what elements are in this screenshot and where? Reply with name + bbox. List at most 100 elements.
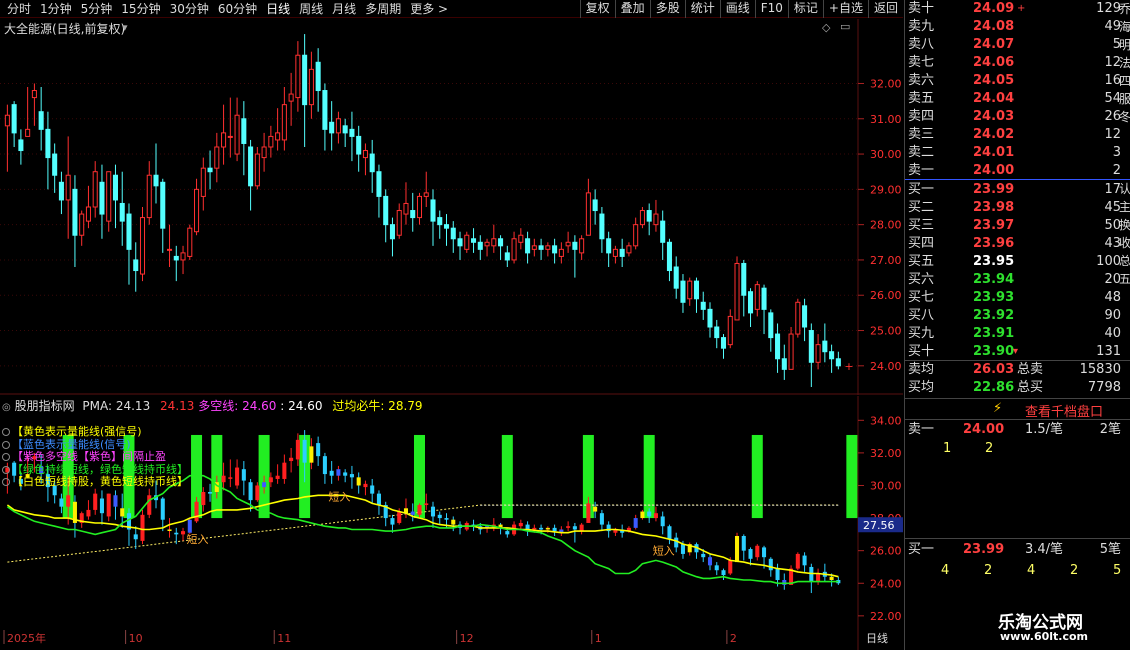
- candle-body[interactable]: [335, 118, 341, 134]
- candle-body[interactable]: [606, 238, 612, 254]
- price-chart-svg[interactable]: 32.00 31.00 30.00 29.00 28.00 27.00 26.00 25.00…: [0, 19, 903, 395]
- candle-body[interactable]: [342, 125, 348, 134]
- candle-body[interactable]: [829, 351, 835, 360]
- collapse-icon[interactable]: ▭: [840, 20, 850, 33]
- candle-body[interactable]: [720, 337, 727, 349]
- candle-body[interactable]: [693, 280, 700, 300]
- candle-body[interactable]: [808, 330, 814, 363]
- candle-body[interactable]: [38, 111, 44, 130]
- candle-body[interactable]: [25, 128, 31, 137]
- candle-body[interactable]: [734, 262, 740, 321]
- thousand-level-link-row[interactable]: ⚡ 查看千档盘口: [905, 399, 1130, 420]
- candle-body[interactable]: [430, 199, 436, 222]
- candle-body[interactable]: [221, 132, 227, 148]
- candle-body[interactable]: [768, 312, 774, 339]
- candle-body[interactable]: [660, 220, 666, 243]
- candle-body[interactable]: [11, 104, 17, 134]
- toolbar-button[interactable]: 多股: [649, 0, 685, 18]
- diamond-icon[interactable]: ◇: [822, 21, 830, 34]
- candle-body[interactable]: [552, 245, 558, 254]
- candle-body[interactable]: [518, 234, 524, 243]
- candle-body[interactable]: [727, 315, 733, 346]
- candle-body[interactable]: [504, 252, 510, 261]
- candle-body[interactable]: [673, 266, 679, 289]
- candle-body[interactable]: [471, 238, 477, 243]
- candle-body[interactable]: [65, 174, 71, 201]
- candle-body[interactable]: [423, 192, 429, 197]
- candle-body[interactable]: [592, 199, 598, 212]
- candle-body[interactable]: [646, 210, 652, 222]
- candle-body[interactable]: [707, 308, 713, 328]
- period-tab[interactable]: 日线: [262, 1, 295, 17]
- candle-body[interactable]: [639, 210, 645, 226]
- candle-body[interactable]: [45, 128, 51, 159]
- candle-body[interactable]: [106, 171, 112, 222]
- candle-body[interactable]: [781, 358, 787, 370]
- period-tab[interactable]: 多周期: [361, 1, 406, 17]
- candle-body[interactable]: [99, 181, 105, 215]
- candle-body[interactable]: [288, 93, 294, 102]
- candle-body[interactable]: [558, 248, 564, 257]
- candle-body[interactable]: [376, 171, 382, 197]
- candle-body[interactable]: [214, 146, 220, 169]
- candle-body[interactable]: [295, 54, 301, 99]
- candle-body[interactable]: [666, 241, 672, 272]
- toolbar-button[interactable]: +自选: [822, 0, 868, 18]
- candle-body[interactable]: [18, 139, 24, 152]
- candle-body[interactable]: [362, 150, 368, 159]
- candle-body[interactable]: [52, 153, 58, 176]
- candle-body[interactable]: [248, 146, 254, 187]
- candle-body[interactable]: [754, 284, 760, 310]
- candle-body[interactable]: [511, 238, 517, 261]
- candle-body[interactable]: [835, 358, 841, 367]
- candle-body[interactable]: [119, 202, 125, 222]
- candle-body[interactable]: [626, 245, 632, 254]
- candle-body[interactable]: [112, 174, 118, 201]
- candle-body[interactable]: [396, 210, 402, 236]
- candle-body[interactable]: [194, 188, 200, 233]
- main-price-chart[interactable]: 32.00 31.00 30.00 29.00 28.00 27.00 26.00 25.00…: [0, 19, 903, 395]
- period-tab[interactable]: 30分钟: [166, 1, 214, 17]
- candle-body[interactable]: [714, 326, 720, 339]
- candle-body[interactable]: [741, 262, 747, 296]
- chart-dropdown-icon[interactable]: ▾: [122, 21, 128, 34]
- toolbar-button[interactable]: 标记: [787, 0, 823, 18]
- candle-body[interactable]: [349, 128, 355, 137]
- period-tab[interactable]: 60分钟: [214, 1, 262, 17]
- toolbar-button[interactable]: 复权: [579, 0, 615, 18]
- period-tab[interactable]: 15分钟: [117, 1, 165, 17]
- candle-body[interactable]: [268, 135, 274, 148]
- toolbar-button[interactable]: 返回: [867, 0, 903, 18]
- candle-body[interactable]: [477, 241, 483, 250]
- candle-body[interactable]: [126, 213, 132, 250]
- period-tab[interactable]: 月线: [328, 1, 361, 17]
- candle-body[interactable]: [234, 114, 240, 155]
- period-tab[interactable]: 分时: [3, 1, 36, 17]
- indicator-panel[interactable]: 34.0032.0030.0028.0026.0024.0022.0027.56…: [0, 396, 979, 630]
- candle-body[interactable]: [619, 248, 625, 257]
- toolbar-button[interactable]: F10: [754, 0, 788, 18]
- candle-body[interactable]: [79, 213, 85, 236]
- candle-body[interactable]: [72, 188, 78, 236]
- candle-body[interactable]: [498, 238, 504, 247]
- candle-body[interactable]: [139, 217, 146, 275]
- candle-body[interactable]: [92, 171, 98, 208]
- candle-body[interactable]: [275, 132, 281, 141]
- candle-body[interactable]: [200, 167, 206, 197]
- candle-body[interactable]: [525, 238, 531, 254]
- candle-body[interactable]: [572, 241, 578, 250]
- candle-body[interactable]: [687, 280, 693, 300]
- candle-body[interactable]: [173, 255, 179, 261]
- candle-body[interactable]: [585, 192, 591, 236]
- candle-body[interactable]: [822, 340, 828, 353]
- candle-body[interactable]: [599, 213, 605, 240]
- candle-body[interactable]: [356, 135, 362, 155]
- candle-body[interactable]: [795, 301, 801, 335]
- candle-body[interactable]: [329, 121, 335, 134]
- candle-body[interactable]: [180, 252, 186, 261]
- candle-body[interactable]: [491, 238, 497, 247]
- candle-body[interactable]: [4, 114, 10, 127]
- period-tab[interactable]: 5分钟: [77, 1, 118, 17]
- candle-body[interactable]: [437, 217, 443, 226]
- candle-body[interactable]: [281, 104, 287, 141]
